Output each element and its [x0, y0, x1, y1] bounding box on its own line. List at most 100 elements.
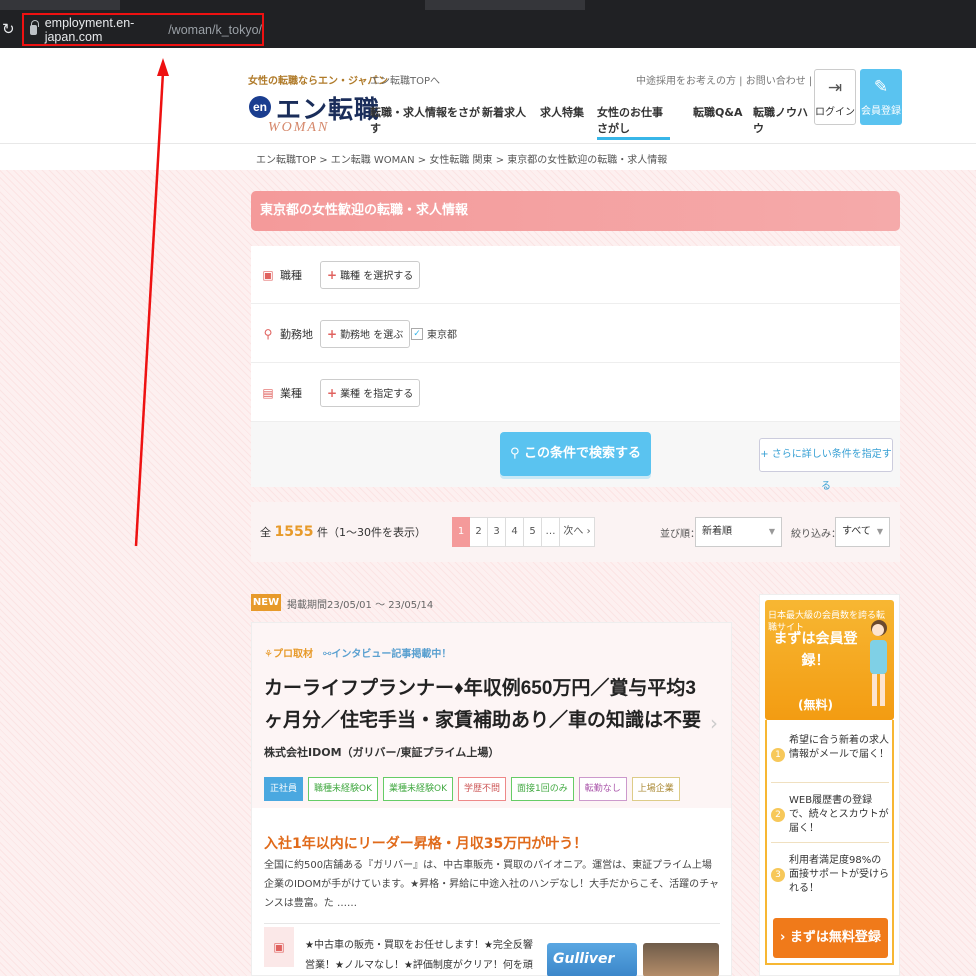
job-card[interactable]: ⚘プロ取材 ⚯インタビュー記事掲載中！ カーライフプランナー♦年収例650万円／…	[251, 622, 732, 976]
login-label: ログイン	[815, 107, 855, 118]
plus-icon: +	[327, 267, 338, 282]
search-panel: ▣ 職種 + 職種 を選択する ⚲ 勤務地 + 勤務地 を選ぶ ✓ 東京都 ▤ 業種 …	[251, 246, 900, 492]
badge-fulltime: 正社員	[264, 777, 304, 801]
new-badge: NEW	[251, 594, 281, 611]
woman-illustration-icon	[870, 620, 887, 706]
chevron-right-icon[interactable]: ›	[710, 711, 718, 735]
button-suffix: を選ぶ	[373, 329, 404, 341]
sort-select[interactable]: 新着順 ▼	[695, 517, 782, 547]
job-catchcopy: 入社1年以内にリーダー昇格・月収35万円が叶う！	[264, 836, 588, 852]
banner-benefit-2: 2 WEB履歴書の登録で、続々とスカウトが届く！	[771, 794, 889, 836]
select-industry-button[interactable]: + 業種 を指定する	[320, 378, 421, 407]
nav-item-knowhow[interactable]: 転職ノウハウ	[753, 104, 811, 140]
page-5[interactable]: 5	[524, 517, 542, 547]
job-description: 全国に約500店舗ある『ガリバー』は、中古車販売・買取のパイオニア。運営は、東証…	[264, 860, 720, 909]
job-title[interactable]: カーライフプランナー♦年収例650万円／賞与平均3ヶ月分／住宅手当・家賃補助あり…	[264, 673, 714, 737]
check-icon: ✓	[411, 327, 423, 340]
badge-no-exp-job: 職種未経験OK	[308, 777, 379, 801]
award-icon: ⚘	[264, 649, 273, 660]
button-suffix: を指定する	[363, 388, 414, 400]
member-register-banner[interactable]: 日本最大級の会員数を誇る転職サイト まずは会員登録！ (無料) 1 希望に合う新着…	[759, 594, 900, 976]
banner-free-text: (無料)	[798, 698, 833, 712]
search-row-job-type: ▣ 職種 + 職種 を選択する	[251, 246, 900, 304]
row-label: 職種	[280, 268, 302, 282]
page-2[interactable]: 2	[470, 517, 488, 547]
more-conditions-button[interactable]: + さらに詳しい条件を指定する	[759, 438, 893, 492]
page-next[interactable]: 次へ ›	[560, 517, 595, 547]
filter-select[interactable]: すべて ▼	[835, 517, 890, 547]
browser-tab-active[interactable]	[425, 0, 585, 10]
job-thumbnail-logo[interactable]: Gulliver	[547, 943, 637, 976]
register-label: 会員登録	[861, 106, 901, 117]
nav-item-qa[interactable]: 転職Q&A	[693, 104, 753, 140]
row-label: 勤務地	[280, 327, 313, 341]
search-row-industry: ▤ 業種 + 業種 を指定する	[251, 364, 900, 422]
benefit-text: 利用者満足度98%の面接サポートが受けられる！	[789, 855, 889, 894]
page-1[interactable]: 1	[452, 517, 470, 547]
button-label: 業種	[340, 388, 361, 400]
logo-tagline: 女性の転職ならエン・ジャパン	[248, 76, 388, 87]
job-company: 株式会社IDOM（ガリバー/東証プライム上場）	[264, 746, 500, 759]
banner-body: 1 希望に合う新着の求人情報がメールで届く！ 2 WEB履歴書の登録で、続々とスカウ…	[765, 720, 894, 965]
search-submit-button[interactable]: ⚲ この条件で検索する	[500, 432, 651, 476]
filter-value: すべて	[842, 526, 871, 537]
plus-icon: +	[327, 385, 338, 400]
site-header: 女性の転職ならエン・ジャパン en エン転職 WOMAN エン転職TOPへ 中途…	[0, 48, 976, 144]
benefit-text: WEB履歴書の登録で、続々とスカウトが届く！	[789, 795, 889, 834]
select-job-type-button[interactable]: + 職種 を選択する	[320, 260, 421, 289]
browser-address-bar: ↻ employment.en-japan.com/woman/k_tokyo/	[0, 10, 976, 48]
chip-label: 東京都	[427, 330, 457, 341]
reload-icon[interactable]: ↻	[2, 20, 18, 38]
en-logo-icon[interactable]: en	[249, 96, 271, 118]
sort-value: 新着順	[702, 526, 732, 537]
interview-tag-label: インタビュー記事掲載中！	[331, 649, 452, 660]
nav-item-search-jobs[interactable]: 転職・求人情報をさがす	[370, 104, 482, 140]
url-host: employment.en-japan.com	[44, 15, 135, 44]
banner-benefit-3: 3 利用者満足度98%の面接サポートが受けられる！	[771, 854, 889, 896]
banner-header: 日本最大級の会員数を誇る転職サイト まずは会員登録！ (無料)	[765, 600, 894, 720]
job-thumbnail-photo[interactable]	[643, 943, 719, 976]
badge-no-education: 学歴不問	[458, 777, 507, 801]
benefit-text: 希望に合う新着の求人情報がメールで届く！	[789, 735, 889, 760]
browser-tab[interactable]	[0, 0, 120, 10]
more-conditions-label: さらに詳しい条件を指定する	[771, 449, 892, 492]
search-panel-title: 東京都の女性歓迎の転職・求人情報	[251, 191, 900, 231]
badge-no-exp-industry: 業種未経験OK	[383, 777, 454, 801]
divider	[264, 923, 720, 924]
select-location-button[interactable]: + 勤務地 を選ぶ	[320, 319, 411, 348]
filter-label: 絞り込み：	[791, 529, 841, 540]
count-suffix: 件（1〜30件を表示）	[316, 526, 426, 539]
main-nav: 転職・求人情報をさがす 新着求人 求人特集 女性のお仕事さがし 転職Q&A 転職…	[370, 104, 811, 140]
button-label: 勤務地	[340, 329, 371, 341]
button-suffix: を選択する	[363, 270, 414, 282]
login-button[interactable]: ⇥ ログイン	[814, 69, 856, 125]
button-label: 職種	[340, 270, 361, 282]
page-4[interactable]: 4	[506, 517, 524, 547]
pencil-icon: ✎	[873, 77, 889, 97]
posting-period: 掲載期間23/05/01 〜 23/05/14	[287, 600, 434, 611]
location-chip-tokyo[interactable]: ✓ 東京都	[411, 326, 457, 341]
pagination: 1 2 3 4 5 … 次へ ›	[452, 517, 595, 547]
document-icon: ▤	[262, 385, 274, 400]
free-register-button[interactable]: › まずは無料登録	[773, 918, 888, 958]
chevron-down-icon: ▼	[876, 527, 883, 536]
badge-one-interview: 面接1回のみ	[511, 777, 574, 801]
chevron-down-icon: ▼	[768, 527, 775, 536]
page-3[interactable]: 3	[488, 517, 506, 547]
breadcrumb[interactable]: エン転職TOP > エン転職 WOMAN > 女性転職 関東 > 東京都の女性歓…	[256, 151, 667, 166]
job-top-tags: ⚘プロ取材 ⚯インタビュー記事掲載中！	[264, 645, 451, 660]
logo-woman: WOMAN	[268, 120, 330, 135]
nav-item-features[interactable]: 求人特集	[540, 104, 597, 140]
count-prefix: 全	[260, 526, 271, 539]
en-top-link[interactable]: エン転職TOPへ	[370, 72, 440, 87]
interview-tag[interactable]: ⚯インタビュー記事掲載中！	[323, 645, 451, 660]
plus-icon: +	[327, 326, 338, 341]
banner-main-text: まずは会員登録！	[773, 631, 858, 669]
pro-interview-tag: ⚘プロ取材	[264, 645, 313, 660]
bag-icon: ▣	[262, 267, 274, 282]
url-field[interactable]: employment.en-japan.com/woman/k_tokyo/	[22, 13, 264, 46]
nav-item-new-jobs[interactable]: 新着求人	[482, 104, 540, 140]
register-button[interactable]: ✎ 会員登録	[860, 69, 902, 125]
nav-item-woman-jobs[interactable]: 女性のお仕事さがし	[597, 104, 670, 140]
login-icon: ⇥	[827, 78, 843, 98]
